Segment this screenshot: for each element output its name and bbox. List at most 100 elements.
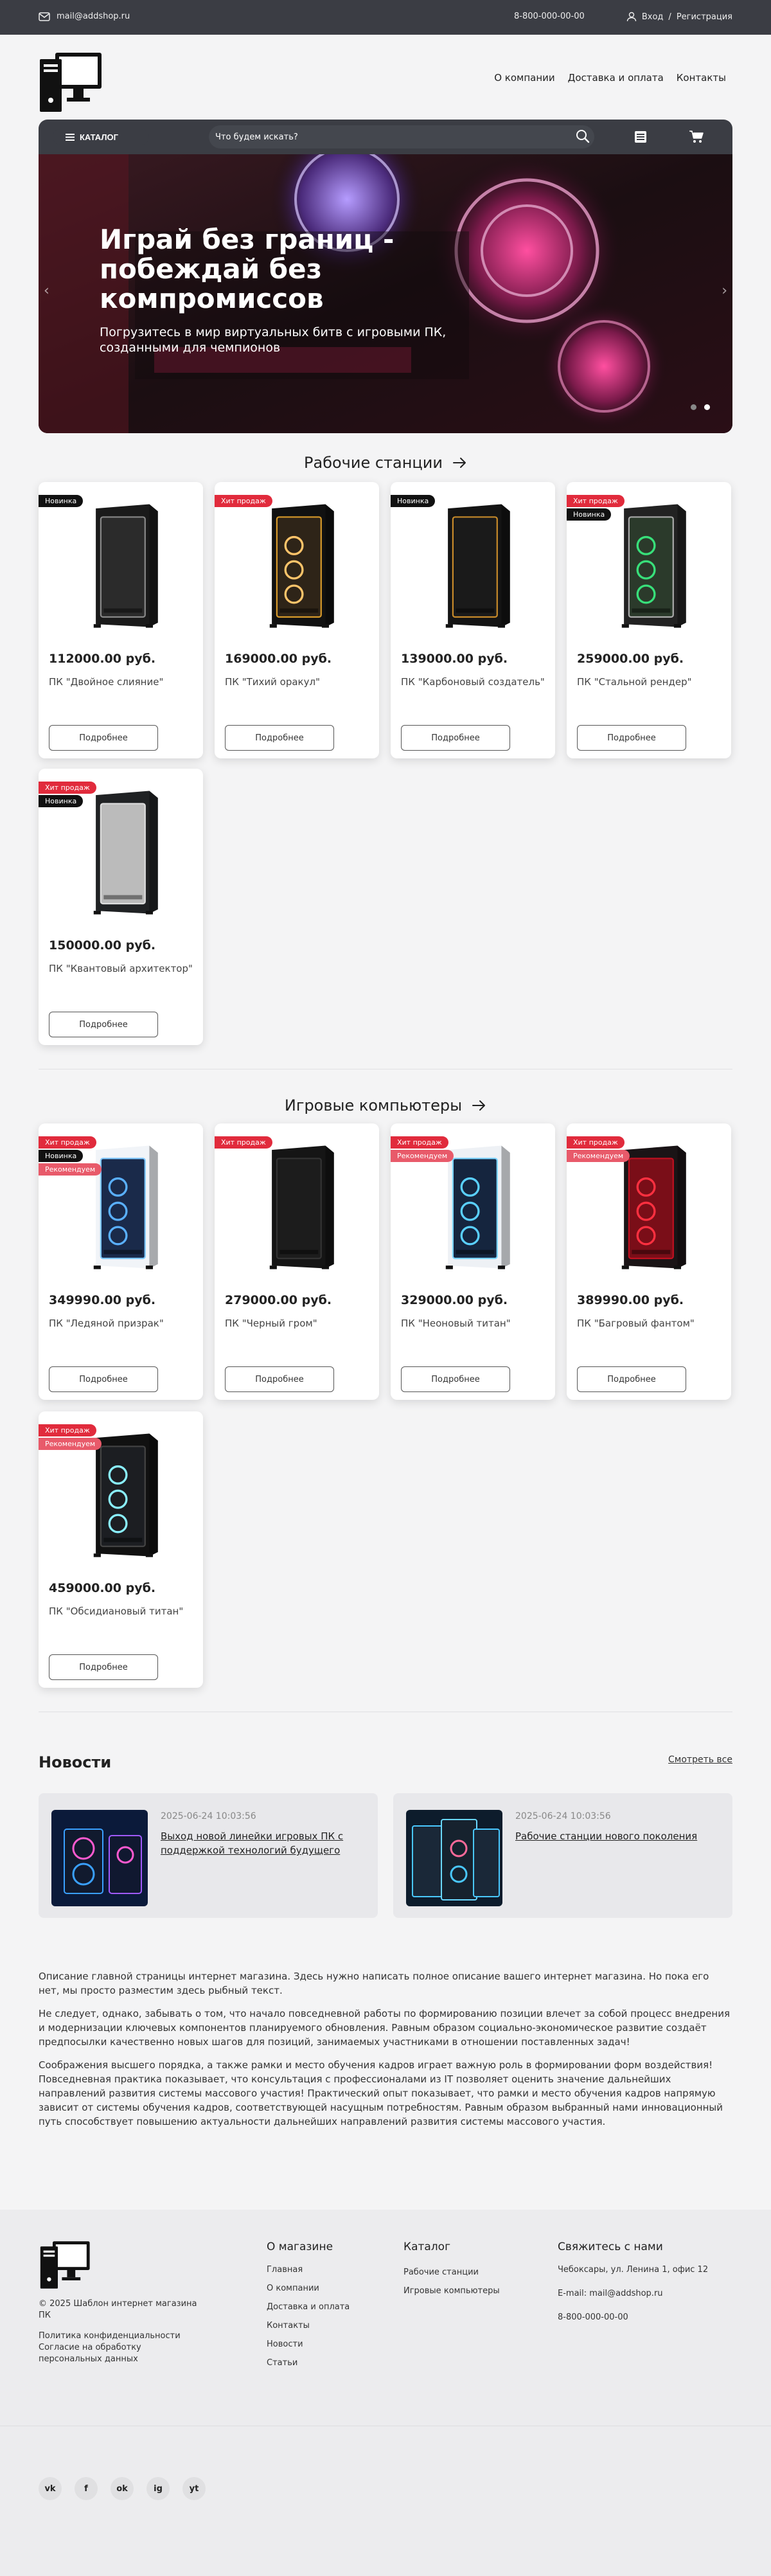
- product-badges: Хит продаж: [215, 495, 272, 507]
- product-more-button[interactable]: Подробнее: [577, 1366, 686, 1392]
- product-card[interactable]: Хит продаж 279000.00 руб. ПК "Черный гро…: [215, 1123, 379, 1400]
- product-card[interactable]: Хит продаж 169000.00 руб. ПК "Тихий орак…: [215, 482, 379, 758]
- product-card[interactable]: Хит продаж Рекомендуем 459000.00 руб. ПК …: [39, 1411, 203, 1688]
- news-view-all-link[interactable]: Смотреть все: [668, 1755, 732, 1765]
- product-more-button[interactable]: Подробнее: [401, 1366, 510, 1392]
- product-image[interactable]: [242, 501, 351, 632]
- product-image[interactable]: [418, 501, 527, 632]
- hero-title: Играй без границ - побеждай без компроми…: [100, 224, 394, 314]
- product-more-button[interactable]: Подробнее: [577, 725, 686, 751]
- product-name[interactable]: ПК "Багровый фантом": [577, 1318, 725, 1329]
- youtube-icon[interactable]: yt: [182, 2477, 206, 2500]
- product-more-button[interactable]: Подробнее: [401, 725, 510, 751]
- product-name[interactable]: ПК "Двойное слияние": [49, 676, 197, 688]
- product-name[interactable]: ПК "Неоновый титан": [401, 1318, 549, 1329]
- product-card[interactable]: Новинка 139000.00 руб. ПК "Карбоновый со…: [391, 482, 555, 758]
- product-name[interactable]: ПК "Черный гром": [225, 1318, 373, 1329]
- instagram-icon[interactable]: ig: [146, 2477, 170, 2500]
- slider-dot-active[interactable]: [704, 404, 710, 410]
- nav-delivery[interactable]: Доставка и оплата: [568, 72, 664, 84]
- product-more-button[interactable]: Подробнее: [49, 1654, 158, 1680]
- odnoklassniki-icon[interactable]: ok: [111, 2477, 134, 2500]
- footer-address: Чебоксары, ул. Ленина 1, офис 12: [558, 2265, 709, 2275]
- privacy-link[interactable]: Политика конфиденциальности: [39, 2330, 206, 2342]
- footer-phone[interactable]: 8-800-000-00-00: [558, 2312, 708, 2322]
- product-badge: Новинка: [39, 1150, 84, 1162]
- product-image[interactable]: [66, 788, 175, 919]
- product-badge: Хит продаж: [39, 1136, 96, 1149]
- slider-dot[interactable]: [691, 404, 696, 410]
- product-image[interactable]: [594, 501, 704, 632]
- footer-email[interactable]: E-mail: mail@addshop.ru: [558, 2289, 708, 2298]
- news-card[interactable]: 2025-06-24 10:03:56 Выход новой линейки …: [39, 1793, 378, 1918]
- product-card[interactable]: Хит продаж Новинка Рекомендуем 349990.00 р…: [39, 1123, 203, 1400]
- hero-next-arrow[interactable]: ›: [722, 283, 727, 299]
- footer-link[interactable]: Новости: [267, 2339, 350, 2349]
- cart-button[interactable]: [684, 127, 709, 147]
- product-image[interactable]: [66, 1431, 175, 1562]
- product-badges: Новинка: [391, 495, 436, 507]
- product-card[interactable]: Хит продаж Рекомендуем 389990.00 руб. ПК …: [567, 1123, 731, 1400]
- product-badge: Хит продаж: [391, 1136, 448, 1149]
- product-price: 112000.00 руб.: [49, 652, 156, 666]
- phone-link[interactable]: 8-800-000-00-00: [514, 12, 585, 21]
- product-name[interactable]: ПК "Карбоновый создатель": [401, 676, 549, 688]
- product-more-button[interactable]: Подробнее: [49, 1366, 158, 1392]
- product-name[interactable]: ПК "Квантовый архитектор": [49, 963, 197, 974]
- footer-link[interactable]: О компании: [267, 2284, 350, 2293]
- product-name[interactable]: ПК "Ледяной призрак": [49, 1318, 197, 1329]
- consent-link[interactable]: Согласие на обработку персональных данны…: [39, 2342, 206, 2365]
- search-icon[interactable]: [575, 129, 590, 144]
- product-more-button[interactable]: Подробнее: [49, 1012, 158, 1037]
- footer-link[interactable]: Статьи: [267, 2358, 350, 2368]
- footer-link[interactable]: Доставка и оплата: [267, 2302, 350, 2312]
- hero-banner[interactable]: Играй без границ - побеждай без компроми…: [39, 154, 732, 433]
- product-more-button[interactable]: Подробнее: [225, 1366, 334, 1392]
- footer-link[interactable]: Рабочие станции: [403, 2267, 500, 2277]
- product-image[interactable]: [242, 1143, 351, 1274]
- compare-button[interactable]: [628, 127, 653, 147]
- catalog-button[interactable]: КАТАЛОГ: [53, 129, 149, 145]
- product-name[interactable]: ПК "Обсидиановый титан": [49, 1606, 197, 1617]
- product-card[interactable]: Хит продаж Рекомендуем 329000.00 руб. ПК …: [391, 1123, 555, 1400]
- product-badge: Рекомендуем: [567, 1150, 630, 1162]
- product-name[interactable]: ПК "Стальной рендер": [577, 676, 725, 688]
- hero-prev-arrow[interactable]: ‹: [44, 283, 49, 299]
- workstations-heading[interactable]: Рабочие станции: [0, 454, 771, 472]
- nav-contacts[interactable]: Контакты: [677, 72, 726, 84]
- product-image[interactable]: [418, 1143, 527, 1274]
- footer-logo[interactable]: [39, 2239, 93, 2293]
- about-paragraph: Соображения высшего порядка, а также рам…: [39, 2059, 723, 2127]
- news-title-link[interactable]: Выход новой линейки игровых ПК с поддерж…: [161, 1829, 353, 1857]
- product-badges: Хит продаж Рекомендуем: [39, 1424, 102, 1450]
- product-price: 349990.00 руб.: [49, 1293, 156, 1307]
- site-logo[interactable]: [39, 50, 104, 114]
- news-title-link[interactable]: Рабочие станции нового поколения: [515, 1829, 708, 1843]
- nav-about[interactable]: О компании: [494, 72, 554, 84]
- product-more-button[interactable]: Подробнее: [225, 725, 334, 751]
- login-link[interactable]: Вход: [642, 12, 664, 22]
- product-card[interactable]: Хит продаж Новинка 259000.00 руб. ПК "Ста…: [567, 482, 731, 758]
- product-card[interactable]: Хит продаж Новинка 150000.00 руб. ПК "Ква…: [39, 769, 203, 1045]
- arrow-right-icon: [452, 458, 466, 468]
- product-badge: Новинка: [39, 495, 84, 507]
- computer-logo-icon: [40, 2241, 90, 2289]
- facebook-icon[interactable]: f: [75, 2477, 98, 2500]
- product-card[interactable]: Новинка 112000.00 руб. ПК "Двойное слиян…: [39, 482, 203, 758]
- product-image[interactable]: [66, 501, 175, 632]
- product-name[interactable]: ПК "Тихий оракул": [225, 676, 373, 688]
- header: О компании Доставка и оплата Контакты: [0, 35, 771, 120]
- footer-link[interactable]: Контакты: [267, 2321, 350, 2330]
- search-input[interactable]: [209, 125, 594, 148]
- email-link[interactable]: mail@addshop.ru: [39, 12, 130, 21]
- register-link[interactable]: Регистрация: [677, 12, 732, 22]
- news-card[interactable]: 2025-06-24 10:03:56 Рабочие станции ново…: [393, 1793, 732, 1918]
- footer-link[interactable]: Главная: [267, 2265, 350, 2275]
- vk-icon[interactable]: vk: [39, 2477, 62, 2500]
- gaming-heading[interactable]: Игровые компьютеры: [0, 1096, 771, 1114]
- product-price: 389990.00 руб.: [577, 1293, 684, 1307]
- product-more-button[interactable]: Подробнее: [49, 725, 158, 751]
- news-date: 2025-06-24 10:03:56: [515, 1811, 611, 1821]
- product-image[interactable]: [594, 1143, 704, 1274]
- footer-link[interactable]: Игровые компьютеры: [403, 2286, 500, 2296]
